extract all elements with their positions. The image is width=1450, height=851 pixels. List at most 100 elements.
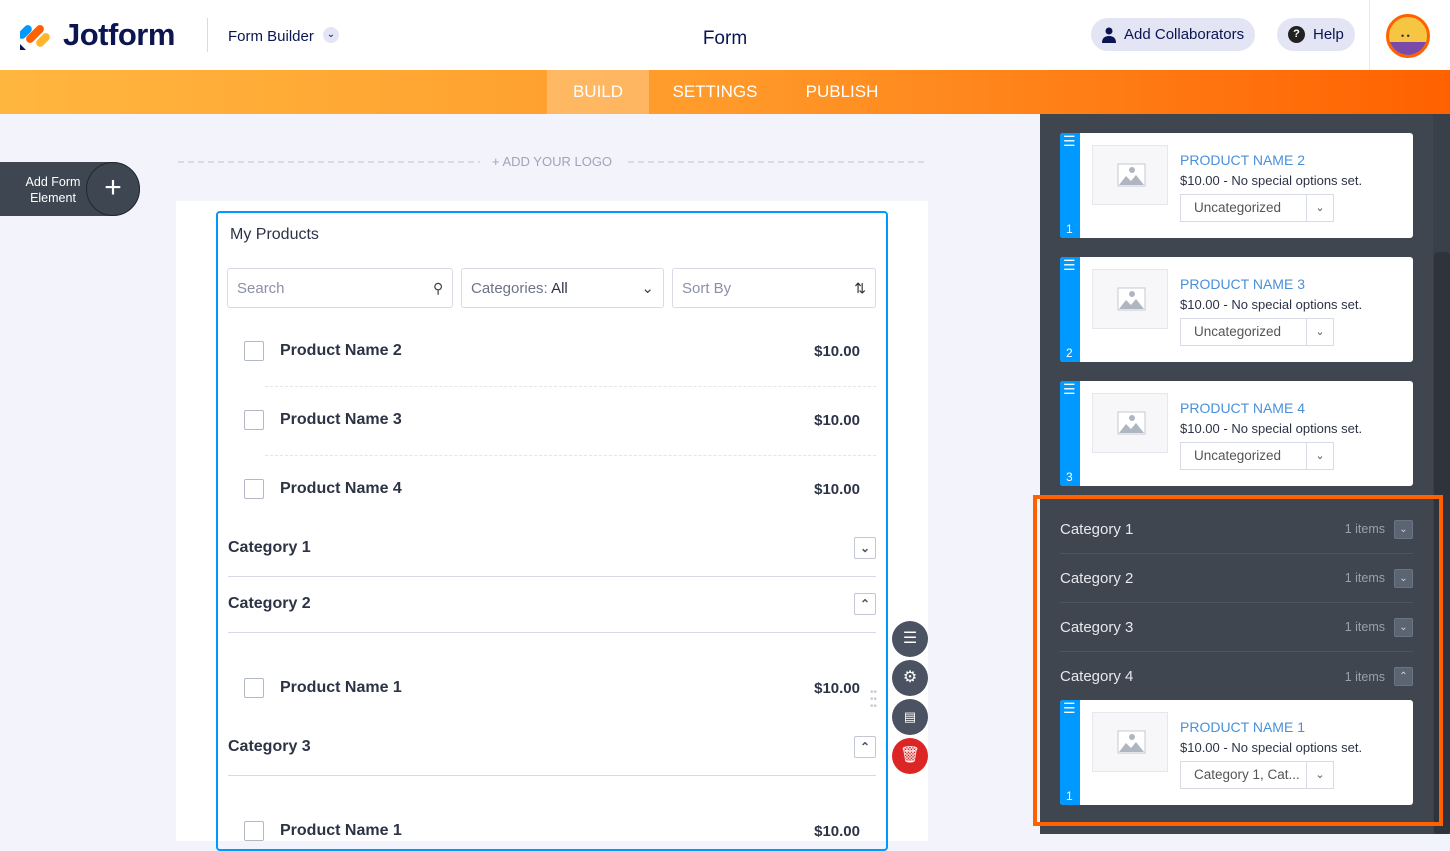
- search-input[interactable]: Search ⚲: [227, 268, 453, 308]
- divider: [228, 576, 876, 577]
- tab-settings[interactable]: SETTINGS: [661, 70, 769, 114]
- item-count: 1 items: [1344, 669, 1385, 684]
- category-select[interactable]: Uncategorized ⌄: [1180, 318, 1334, 346]
- divider: [265, 455, 876, 456]
- menu-icon: ☰: [1063, 700, 1076, 716]
- product-card[interactable]: ☰ 1 PRODUCT NAME 1 $10.00 - No special op…: [1060, 700, 1413, 805]
- checkbox[interactable]: [244, 479, 264, 499]
- chevron-up-icon[interactable]: ⌃: [1394, 667, 1413, 686]
- chevron-down-icon[interactable]: ⌄: [1394, 568, 1413, 588]
- image-placeholder-icon[interactable]: [1092, 712, 1168, 772]
- product-card[interactable]: ☰ 2 PRODUCT NAME 3 $10.00 - No special op…: [1060, 257, 1413, 362]
- product-row[interactable]: Product Name 3 $10.00: [244, 408, 860, 432]
- plus-icon: +: [86, 162, 140, 216]
- product-row[interactable]: Product Name 1 $10.00: [244, 819, 860, 843]
- product-name[interactable]: PRODUCT NAME 3: [1180, 276, 1305, 292]
- category-name: Category 1: [228, 539, 311, 556]
- help-icon: ?: [1288, 26, 1305, 43]
- product-row[interactable]: Product Name 2 $10.00: [244, 339, 860, 363]
- chevron-up-icon[interactable]: ⌃: [854, 593, 876, 615]
- category-header[interactable]: Category 1 ⌄: [228, 537, 876, 559]
- category-select[interactable]: Category 1, Cat... ⌄: [1180, 761, 1334, 789]
- builder-tabs: BUILD SETTINGS PUBLISH: [0, 70, 1450, 114]
- sort-by-select[interactable]: Sort By ⇅: [672, 268, 876, 308]
- product-index: 3: [1066, 470, 1073, 484]
- product-index: 2: [1066, 346, 1073, 360]
- product-name: Product Name 1: [280, 822, 402, 839]
- chevron-up-icon[interactable]: ⌃: [854, 736, 876, 758]
- category-value: Uncategorized: [1181, 195, 1307, 221]
- image-placeholder-icon[interactable]: [1092, 269, 1168, 329]
- product-description: $10.00 - No special options set.: [1180, 173, 1363, 188]
- checkbox[interactable]: [244, 341, 264, 361]
- category-value: Uncategorized: [1181, 443, 1307, 469]
- product-name[interactable]: PRODUCT NAME 4: [1180, 400, 1305, 416]
- category-row[interactable]: Category 1 1 items ⌄: [1060, 505, 1413, 554]
- add-logo-link[interactable]: + ADD YOUR LOGO: [480, 154, 625, 169]
- categories-select[interactable]: Categories: All ⌄: [461, 268, 664, 308]
- drag-handle[interactable]: ☰ 3: [1060, 381, 1080, 486]
- chevron-down-icon[interactable]: ⌄: [854, 537, 876, 559]
- help-label: Help: [1313, 26, 1344, 43]
- add-collaborators-button[interactable]: Add Collaborators: [1091, 18, 1256, 51]
- drag-handle[interactable]: ☰ 2: [1060, 257, 1080, 362]
- chevron-down-icon[interactable]: ⌄: [1394, 519, 1413, 539]
- product-description: $10.00 - No special options set.: [1180, 740, 1363, 755]
- category-name: Category 3: [1060, 618, 1134, 636]
- category-row[interactable]: Category 4 1 items ⌃: [1060, 652, 1413, 701]
- checkbox[interactable]: [244, 410, 264, 430]
- user-icon: [1102, 27, 1116, 43]
- product-row[interactable]: Product Name 1 $10.00: [244, 676, 860, 700]
- help-button[interactable]: ? Help: [1277, 18, 1355, 51]
- product-card[interactable]: ☰ 3 PRODUCT NAME 4 $10.00 - No special op…: [1060, 381, 1413, 486]
- checkbox[interactable]: [244, 678, 264, 698]
- sort-icon: ⇅: [854, 279, 866, 296]
- product-name[interactable]: PRODUCT NAME 1: [1180, 719, 1305, 735]
- product-price: $10.00: [814, 679, 860, 697]
- chevron-down-icon: ⌄: [1315, 450, 1325, 462]
- payment-card-icon[interactable]: ▤: [892, 699, 928, 735]
- divider: [228, 632, 876, 633]
- gear-icon[interactable]: ⚙: [892, 660, 928, 696]
- product-row[interactable]: Product Name 4 $10.00: [244, 477, 860, 501]
- list-icon[interactable]: ☰: [892, 621, 928, 657]
- drag-handle-icon[interactable]: •• •• ••: [870, 688, 882, 712]
- item-count: 1 items: [1344, 571, 1385, 585]
- menu-icon: ☰: [1063, 381, 1076, 397]
- category-header[interactable]: Category 2 ⌃: [228, 593, 876, 615]
- product-name: Product Name 3: [280, 411, 402, 428]
- product-description: $10.00 - No special options set.: [1180, 421, 1363, 436]
- tab-publish[interactable]: PUBLISH: [795, 70, 889, 114]
- avatar[interactable]: • •: [1386, 14, 1430, 58]
- add-collaborators-label: Add Collaborators: [1124, 26, 1245, 43]
- checkbox[interactable]: [244, 821, 264, 841]
- category-row[interactable]: Category 3 1 items ⌄: [1060, 603, 1413, 652]
- category-name: Category 1: [1060, 520, 1134, 538]
- category-header[interactable]: Category 3 ⌃: [228, 736, 876, 758]
- add-form-element-button[interactable]: Add Form Element +: [0, 162, 140, 216]
- category-select[interactable]: Uncategorized ⌄: [1180, 194, 1334, 222]
- drag-handle[interactable]: ☰ 1: [1060, 133, 1080, 238]
- product-price: $10.00: [814, 342, 860, 360]
- product-index: 1: [1066, 789, 1073, 803]
- image-placeholder-icon[interactable]: [1092, 393, 1168, 453]
- trash-icon[interactable]: 🗑: [892, 738, 928, 774]
- category-select[interactable]: Uncategorized ⌄: [1180, 442, 1334, 470]
- divider: [1369, 0, 1370, 70]
- chevron-down-icon[interactable]: ⌄: [1394, 617, 1413, 637]
- categories-value: All: [551, 279, 568, 297]
- category-row[interactable]: Category 2 1 items ⌄: [1060, 554, 1413, 603]
- product-name: Product Name 2: [280, 342, 402, 359]
- divider: [265, 386, 876, 387]
- category-value: Category 1, Cat...: [1181, 762, 1307, 788]
- tab-build[interactable]: BUILD: [547, 70, 649, 114]
- product-description: $10.00 - No special options set.: [1180, 297, 1363, 312]
- image-placeholder-icon[interactable]: [1092, 145, 1168, 205]
- chevron-down-icon: ⌄: [1315, 769, 1325, 781]
- product-name[interactable]: PRODUCT NAME 2: [1180, 152, 1305, 168]
- add-form-element-label: Add Form Element: [25, 175, 81, 205]
- product-card[interactable]: ☰ 1 PRODUCT NAME 2 $10.00 - No special op…: [1060, 133, 1413, 238]
- sort-by-label: Sort By: [682, 279, 732, 297]
- menu-icon: ☰: [1063, 133, 1076, 149]
- drag-handle[interactable]: ☰ 1: [1060, 700, 1080, 805]
